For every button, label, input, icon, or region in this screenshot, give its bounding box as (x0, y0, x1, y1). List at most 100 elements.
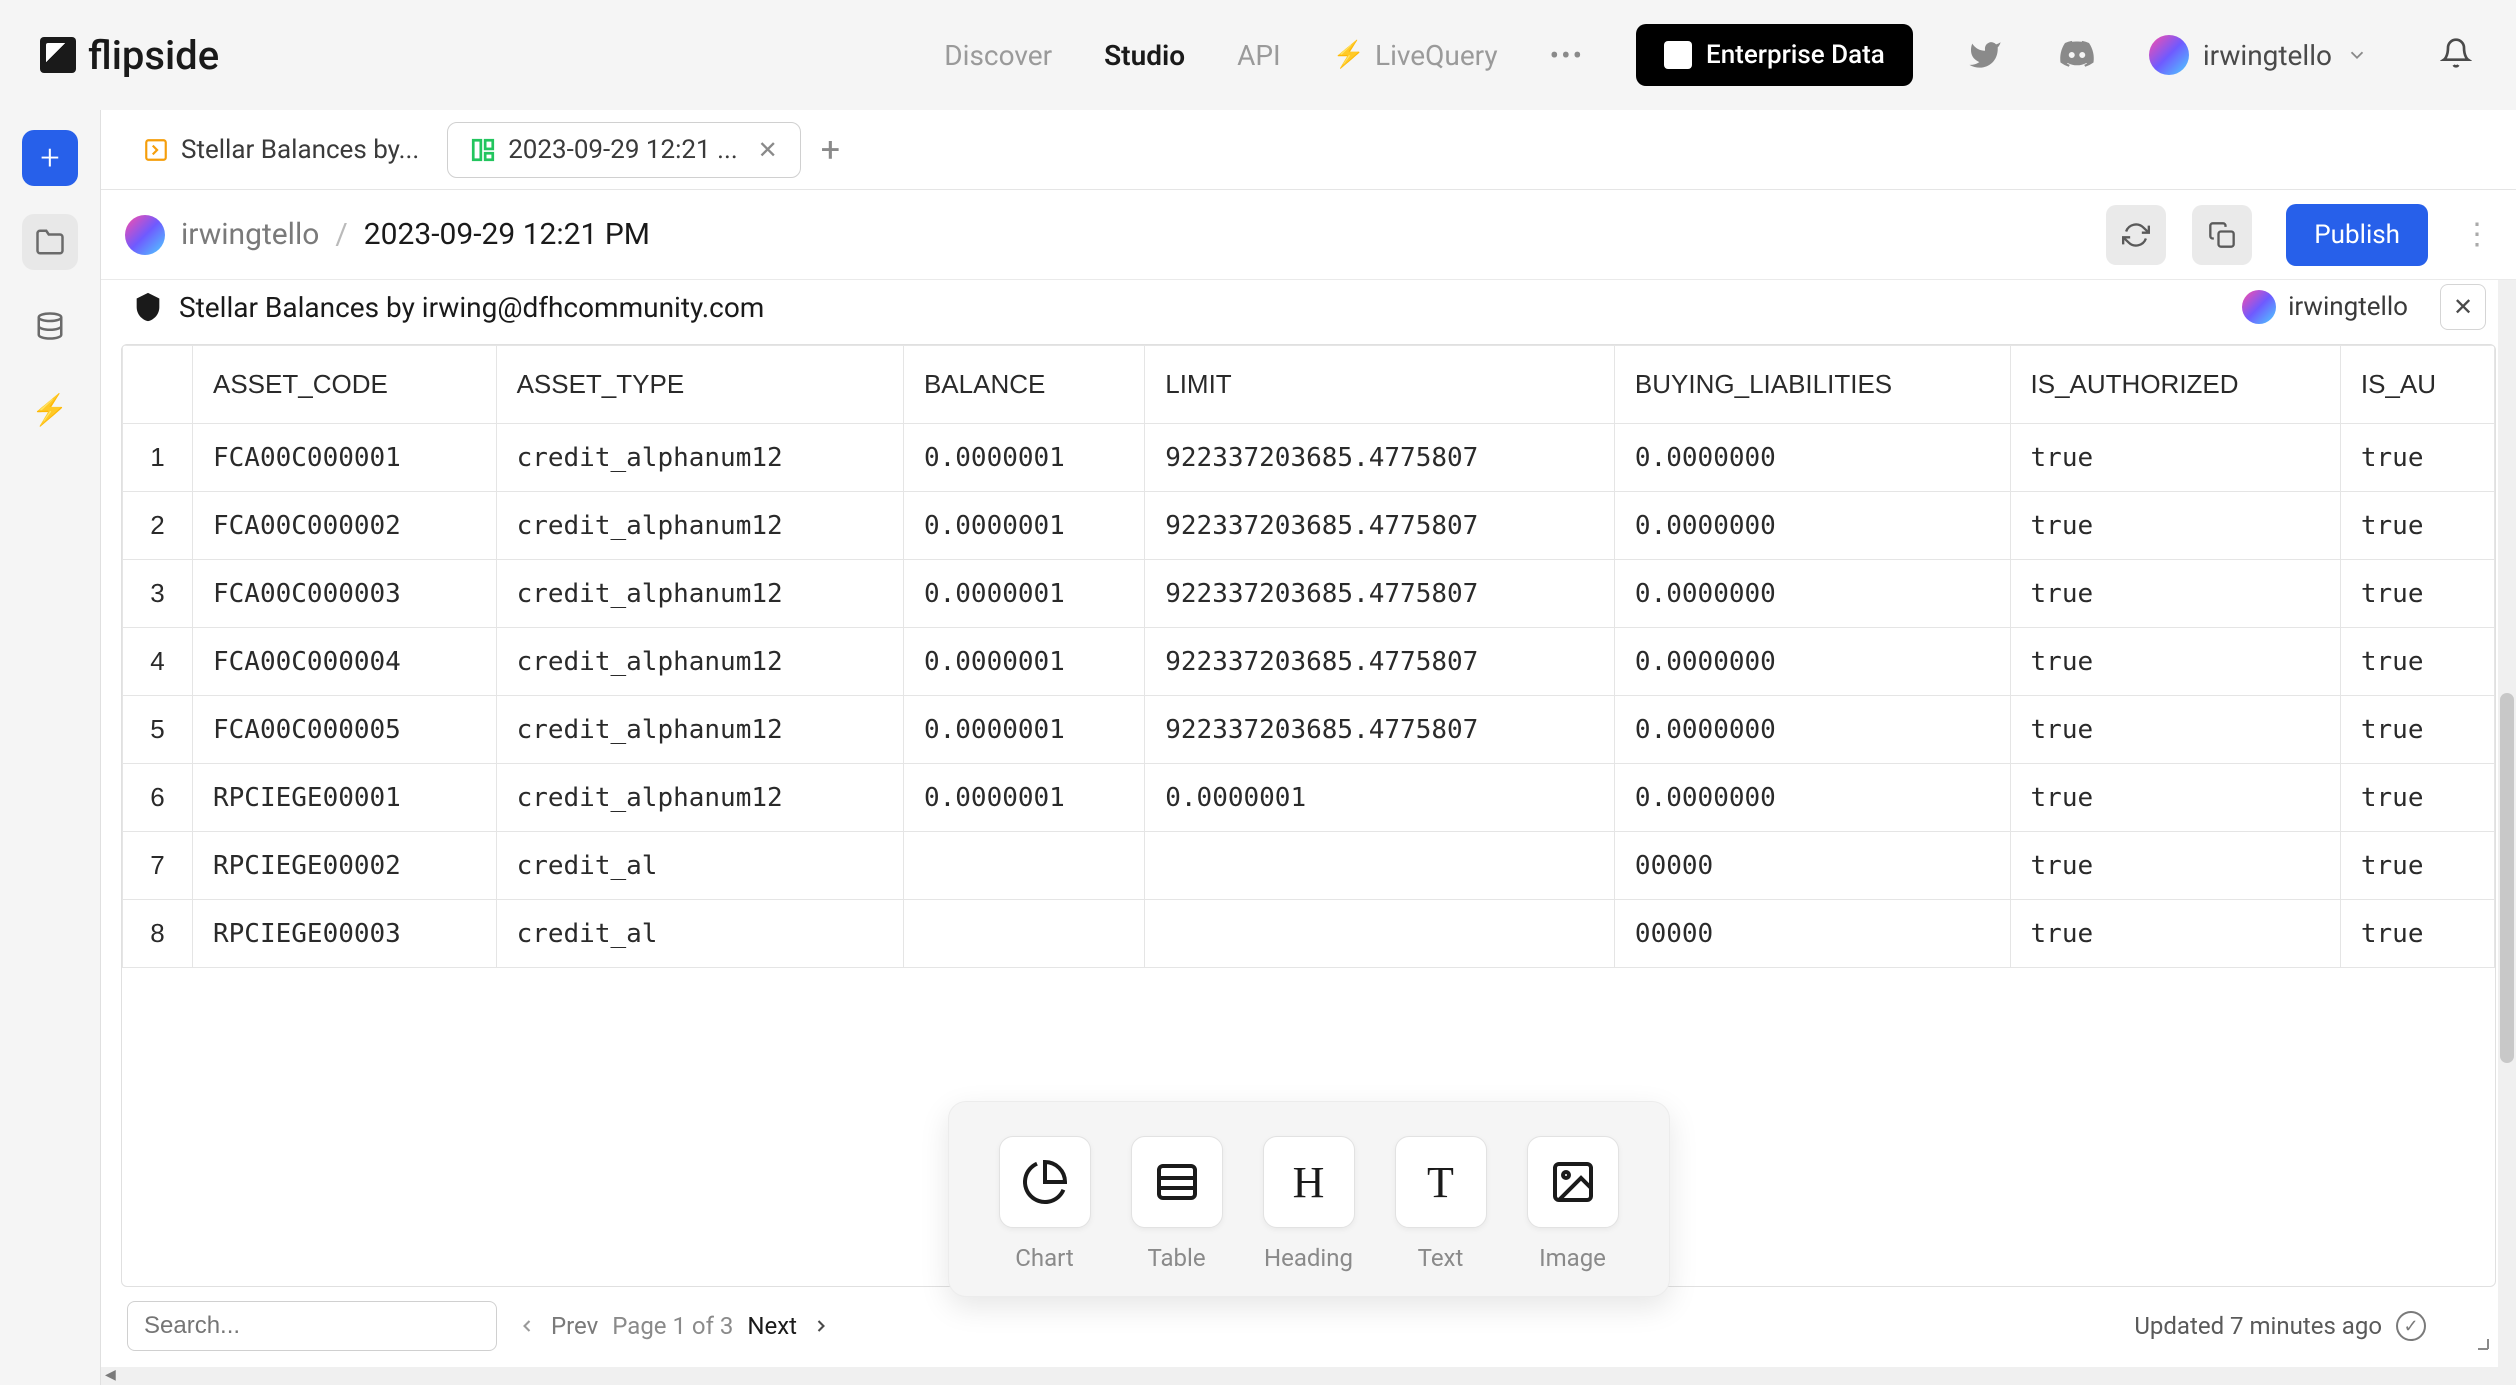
copy-button[interactable] (2192, 205, 2252, 265)
table-cell: true (2010, 764, 2340, 832)
horizontal-scrollbar[interactable] (101, 1367, 2516, 1385)
chevron-right-icon[interactable] (811, 1316, 831, 1336)
new-button[interactable]: + (22, 130, 78, 186)
table-icon (1153, 1158, 1201, 1206)
table-cell: FCA00C000005 (193, 696, 497, 764)
search-input[interactable] (127, 1301, 497, 1351)
table-row[interactable]: 4FCA00C000004credit_alphanum120.00000019… (123, 628, 2495, 696)
table-row[interactable]: 6RPCIEGE00001credit_alphanum120.00000010… (123, 764, 2495, 832)
nav-studio[interactable]: Studio (1104, 39, 1185, 72)
table-cell: 0.0000000 (1614, 560, 2010, 628)
insert-image-button[interactable]: Image (1527, 1136, 1619, 1272)
column-header[interactable]: BALANCE (903, 346, 1144, 424)
table-row[interactable]: 3FCA00C000003credit_alphanum120.00000019… (123, 560, 2495, 628)
folder-button[interactable] (22, 214, 78, 270)
insert-heading-button[interactable]: H Heading (1263, 1136, 1355, 1272)
user-menu[interactable]: irwingtello (2149, 35, 2368, 75)
page-info: Page 1 of 3 (612, 1312, 733, 1340)
insert-text-button[interactable]: T Text (1395, 1136, 1487, 1272)
table-cell: RPCIEGE00002 (193, 832, 497, 900)
table-cell: 0.0000000 (1614, 628, 2010, 696)
table-cell: 0.0000000 (1614, 424, 2010, 492)
table-cell: 2 (123, 492, 193, 560)
table-row[interactable]: 8RPCIEGE00003credit_al00000truetrue (123, 900, 2495, 968)
enterprise-label: Enterprise Data (1706, 40, 1885, 70)
nav-discover[interactable]: Discover (944, 39, 1052, 72)
updated-label: Updated 7 minutes ago (2134, 1312, 2382, 1340)
column-header[interactable]: IS_AUTHORIZED (2010, 346, 2340, 424)
add-tab-button[interactable]: + (821, 130, 840, 170)
table-cell: 0.0000001 (1145, 764, 1615, 832)
nav-livequery[interactable]: ⚡ LiveQuery (1333, 39, 1498, 72)
prev-button[interactable]: Prev (551, 1312, 598, 1340)
database-button[interactable] (22, 298, 78, 354)
cube-icon (1664, 41, 1692, 69)
table-footer: Prev Page 1 of 3 Next Updated 7 minutes … (121, 1287, 2496, 1357)
table-cell (903, 900, 1144, 968)
table-cell: FCA00C000002 (193, 492, 497, 560)
tool-label: Heading (1264, 1244, 1353, 1272)
table-cell: credit_alphanum12 (496, 696, 903, 764)
column-header[interactable]: ASSET_CODE (193, 346, 497, 424)
twitter-icon[interactable] (1965, 35, 2005, 75)
close-icon[interactable]: ✕ (758, 136, 778, 164)
tab-dashboard[interactable]: 2023-09-29 12:21 ... ✕ (447, 122, 801, 178)
table-cell: 3 (123, 560, 193, 628)
table-cell: true (2010, 900, 2340, 968)
discord-icon[interactable] (2057, 35, 2097, 75)
tab-query[interactable]: Stellar Balances by... (121, 123, 441, 177)
copy-icon (2208, 221, 2236, 249)
table-row[interactable]: 7RPCIEGE00002credit_al00000truetrue (123, 832, 2495, 900)
resize-handle-icon[interactable] (2466, 1327, 2490, 1351)
panel-close-button[interactable]: ✕ (2440, 284, 2486, 330)
column-header[interactable]: BUYING_LIABILITIES (1614, 346, 2010, 424)
enterprise-button[interactable]: Enterprise Data (1636, 24, 1913, 86)
table-cell (1145, 900, 1615, 968)
publish-button[interactable]: Publish (2286, 204, 2428, 266)
chevron-down-icon (2346, 44, 2368, 66)
panel-author[interactable]: irwingtello (2242, 290, 2408, 324)
table-cell: 922337203685.4775807 (1145, 628, 1615, 696)
column-header[interactable] (123, 346, 193, 424)
table-cell: 0.0000001 (903, 560, 1144, 628)
table-cell: 922337203685.4775807 (1145, 560, 1615, 628)
updated-status: Updated 7 minutes ago ✓ (2134, 1311, 2426, 1341)
table-cell: FCA00C000001 (193, 424, 497, 492)
nav-api[interactable]: API (1237, 39, 1281, 72)
text-icon: T (1427, 1157, 1454, 1208)
insert-chart-button[interactable]: Chart (999, 1136, 1091, 1272)
table-cell: credit_al (496, 832, 903, 900)
table-cell: 0.0000001 (903, 628, 1144, 696)
breadcrumb-bar: irwingtello / 2023-09-29 12:21 PM Publis… (101, 190, 2516, 280)
logo[interactable]: flipside (40, 32, 219, 79)
tab-label: 2023-09-29 12:21 ... (508, 135, 737, 165)
table-cell: 6 (123, 764, 193, 832)
nav-more-icon[interactable]: ••• (1550, 39, 1584, 72)
bolt-button[interactable]: ⚡ (22, 382, 78, 438)
column-header[interactable]: IS_AU (2340, 346, 2494, 424)
table-cell: true (2010, 696, 2340, 764)
table-row[interactable]: 2FCA00C000002credit_alphanum120.00000019… (123, 492, 2495, 560)
nav-links: Discover Studio API ⚡ LiveQuery ••• Ente… (944, 24, 2476, 86)
table-cell: 0.0000001 (903, 424, 1144, 492)
breadcrumb-user[interactable]: irwingtello (181, 217, 319, 252)
more-icon[interactable]: ⋮ (2462, 217, 2492, 252)
refresh-button[interactable] (2106, 205, 2166, 265)
column-header[interactable]: LIMIT (1145, 346, 1615, 424)
column-header[interactable]: ASSET_TYPE (496, 346, 903, 424)
bell-icon[interactable] (2440, 37, 2476, 73)
next-button[interactable]: Next (747, 1312, 797, 1340)
tool-label: Image (1539, 1244, 1606, 1272)
table-cell: RPCIEGE00001 (193, 764, 497, 832)
table-cell: 922337203685.4775807 (1145, 492, 1615, 560)
image-icon (1549, 1158, 1597, 1206)
results-panel: Stellar Balances by irwing@dfhcommunity.… (101, 280, 2516, 1367)
insert-table-button[interactable]: Table (1131, 1136, 1223, 1272)
panel-header: Stellar Balances by irwing@dfhcommunity.… (121, 280, 2496, 344)
table-row[interactable]: 1FCA00C000001credit_alphanum120.00000019… (123, 424, 2495, 492)
table-cell: credit_alphanum12 (496, 628, 903, 696)
chevron-left-icon[interactable] (517, 1316, 537, 1336)
vertical-scrollbar[interactable] (2498, 280, 2516, 1367)
table-cell: 922337203685.4775807 (1145, 696, 1615, 764)
table-row[interactable]: 5FCA00C000005credit_alphanum120.00000019… (123, 696, 2495, 764)
